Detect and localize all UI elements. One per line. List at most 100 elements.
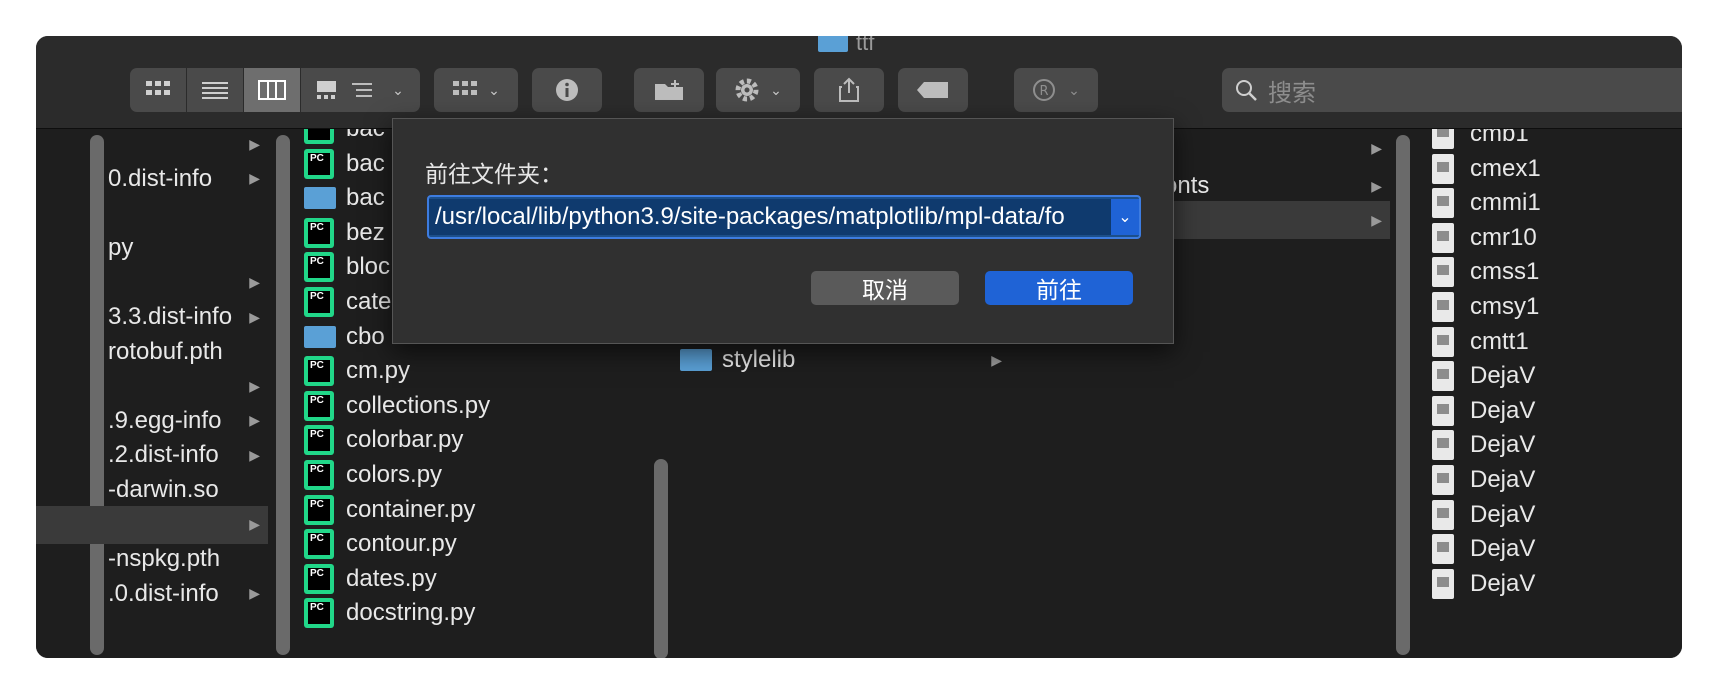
new-folder-button[interactable]	[634, 68, 704, 112]
list-item[interactable]: cmss1	[1432, 253, 1682, 291]
list-item[interactable]: rotobuf.pth	[36, 333, 268, 371]
list-item[interactable]: cmex1	[1432, 150, 1682, 188]
list-item-label: contour.py	[346, 530, 457, 558]
list-item[interactable]: cmtt1	[1432, 323, 1682, 361]
list-item[interactable]: DejaV	[1432, 496, 1682, 534]
list-item[interactable]: cmmi1	[1432, 184, 1682, 222]
list-item-label: 3.3.dist-info	[108, 303, 233, 330]
list-view-button[interactable]	[187, 68, 244, 112]
pycharm-file-icon: PC	[304, 356, 334, 387]
font-file-icon	[1432, 395, 1454, 426]
group-list-icon	[352, 83, 373, 97]
list-item-label: cm.py	[346, 357, 411, 385]
cancel-button[interactable]: 取消	[811, 271, 959, 305]
chevron-down-icon: ⌄	[392, 81, 404, 98]
gear-icon	[735, 78, 759, 102]
font-file-icon	[1432, 292, 1454, 322]
pycharm-file-icon: PC	[304, 494, 334, 525]
font-file-icon	[1432, 153, 1454, 184]
list-item[interactable]: DejaV	[1432, 357, 1682, 395]
path-field: ⌄	[427, 195, 1141, 239]
grid-arrange-icon	[453, 81, 478, 95]
list-item[interactable]: PC container.py	[304, 491, 644, 529]
folder-icon	[818, 36, 848, 52]
font-file-icon	[1432, 129, 1454, 149]
list-item[interactable]: cmsy1	[1432, 288, 1682, 326]
list-item-label: container.py	[346, 495, 476, 523]
path-input[interactable]	[429, 199, 1111, 235]
window-title: ttf	[818, 36, 874, 56]
list-item[interactable]: DejaV	[1432, 392, 1682, 430]
column-view-button[interactable]	[244, 68, 301, 112]
list-item-label: cbo	[346, 322, 385, 350]
share-button[interactable]	[814, 68, 884, 112]
path-history-dropdown[interactable]: ⌄	[1111, 199, 1139, 235]
list-item[interactable]: DejaV	[1432, 461, 1682, 499]
list-item[interactable]: PC contour.py	[304, 525, 644, 563]
list-item-label: cmb1	[1470, 129, 1529, 147]
list-item[interactable]: cmr10	[1432, 219, 1682, 257]
list-item[interactable]: py	[36, 229, 268, 267]
icon-view-button[interactable]	[130, 68, 187, 112]
folder-icon	[304, 325, 336, 348]
list-item[interactable]: ▶	[36, 263, 268, 301]
list-item[interactable]: PC dates.py	[304, 560, 644, 598]
list-item[interactable]: ▶	[36, 129, 268, 163]
column-5-scrollbar[interactable]	[1396, 135, 1410, 655]
search-field[interactable]: 搜索	[1222, 68, 1682, 112]
column-view-icon	[258, 80, 286, 100]
list-item[interactable]: PC docstring.py	[304, 594, 644, 632]
list-item[interactable]: ▶	[36, 367, 268, 405]
font-file-icon	[1432, 326, 1454, 357]
list-item[interactable]: 3.3.dist-info ▶	[36, 298, 268, 336]
list-item[interactable]: DejaV	[1432, 565, 1682, 603]
pycharm-file-icon: PC	[304, 129, 334, 144]
font-file-icon	[1432, 499, 1454, 530]
list-item[interactable]: DejaV	[1432, 426, 1682, 464]
column-2-scrollbar[interactable]	[276, 135, 290, 655]
list-item-label: DejaV	[1470, 535, 1536, 563]
list-item[interactable]: PC colors.py	[304, 456, 644, 494]
extension-button[interactable]: R ⌄	[1014, 68, 1098, 112]
list-item-label: dates.py	[346, 564, 437, 592]
column-1: ▶ 0.dist-info ▶ py ▶ 3.3.dist-info ▶ rotobuf.pt…	[36, 129, 269, 658]
chevron-right-icon: ▶	[249, 273, 260, 290]
list-item-selected[interactable]: ▶	[36, 505, 268, 544]
chevron-right-icon: ▶	[1371, 211, 1382, 228]
list-item[interactable]: PC collections.py	[304, 387, 644, 425]
pycharm-file-icon: PC	[304, 252, 334, 283]
list-item-label: -darwin.so	[108, 476, 219, 503]
chevron-down-icon: ⌄	[1118, 209, 1132, 226]
chevron-right-icon: ▶	[249, 446, 260, 463]
pycharm-file-icon: PC	[304, 287, 334, 317]
list-item[interactable]: -darwin.so	[36, 471, 268, 509]
list-item[interactable]: -nspkg.pth	[36, 540, 268, 578]
pycharm-file-icon: PC	[304, 563, 334, 594]
group-by-button[interactable]: ⌄	[336, 68, 420, 112]
list-item[interactable]: PC colorbar.py	[304, 421, 644, 459]
list-item[interactable]: DejaV	[1432, 530, 1682, 568]
go-button[interactable]: 前往	[985, 271, 1133, 305]
info-icon	[556, 79, 578, 101]
list-item[interactable]: 0.dist-info ▶	[36, 160, 268, 198]
list-item[interactable]: .9.egg-info ▶	[36, 402, 268, 440]
list-item[interactable]: .0.dist-info ▶	[36, 575, 268, 613]
list-item[interactable]: stylelib ▶	[680, 341, 1010, 379]
list-item-label: cmr10	[1470, 223, 1537, 251]
share-icon	[839, 77, 859, 102]
dialog-label: 前往文件夹：	[425, 161, 563, 187]
action-menu-button[interactable]: ⌄	[716, 68, 800, 112]
list-item-label: py	[108, 233, 134, 261]
chevron-right-icon: ▶	[1371, 177, 1382, 194]
list-item[interactable]	[36, 194, 268, 232]
chevron-right-icon: ▶	[249, 170, 260, 187]
tags-button[interactable]	[898, 68, 968, 112]
chevron-down-icon: ⌄	[1068, 81, 1080, 98]
list-item[interactable]: .2.dist-info ▶	[36, 436, 268, 474]
column-3-scrollbar[interactable]	[654, 459, 668, 658]
arrange-button[interactable]: ⌄	[434, 68, 518, 112]
registered-icon: R	[1033, 79, 1056, 101]
chevron-right-icon: ▶	[249, 135, 260, 152]
get-info-button[interactable]	[532, 68, 602, 112]
list-item[interactable]: PC cm.py	[304, 352, 644, 390]
